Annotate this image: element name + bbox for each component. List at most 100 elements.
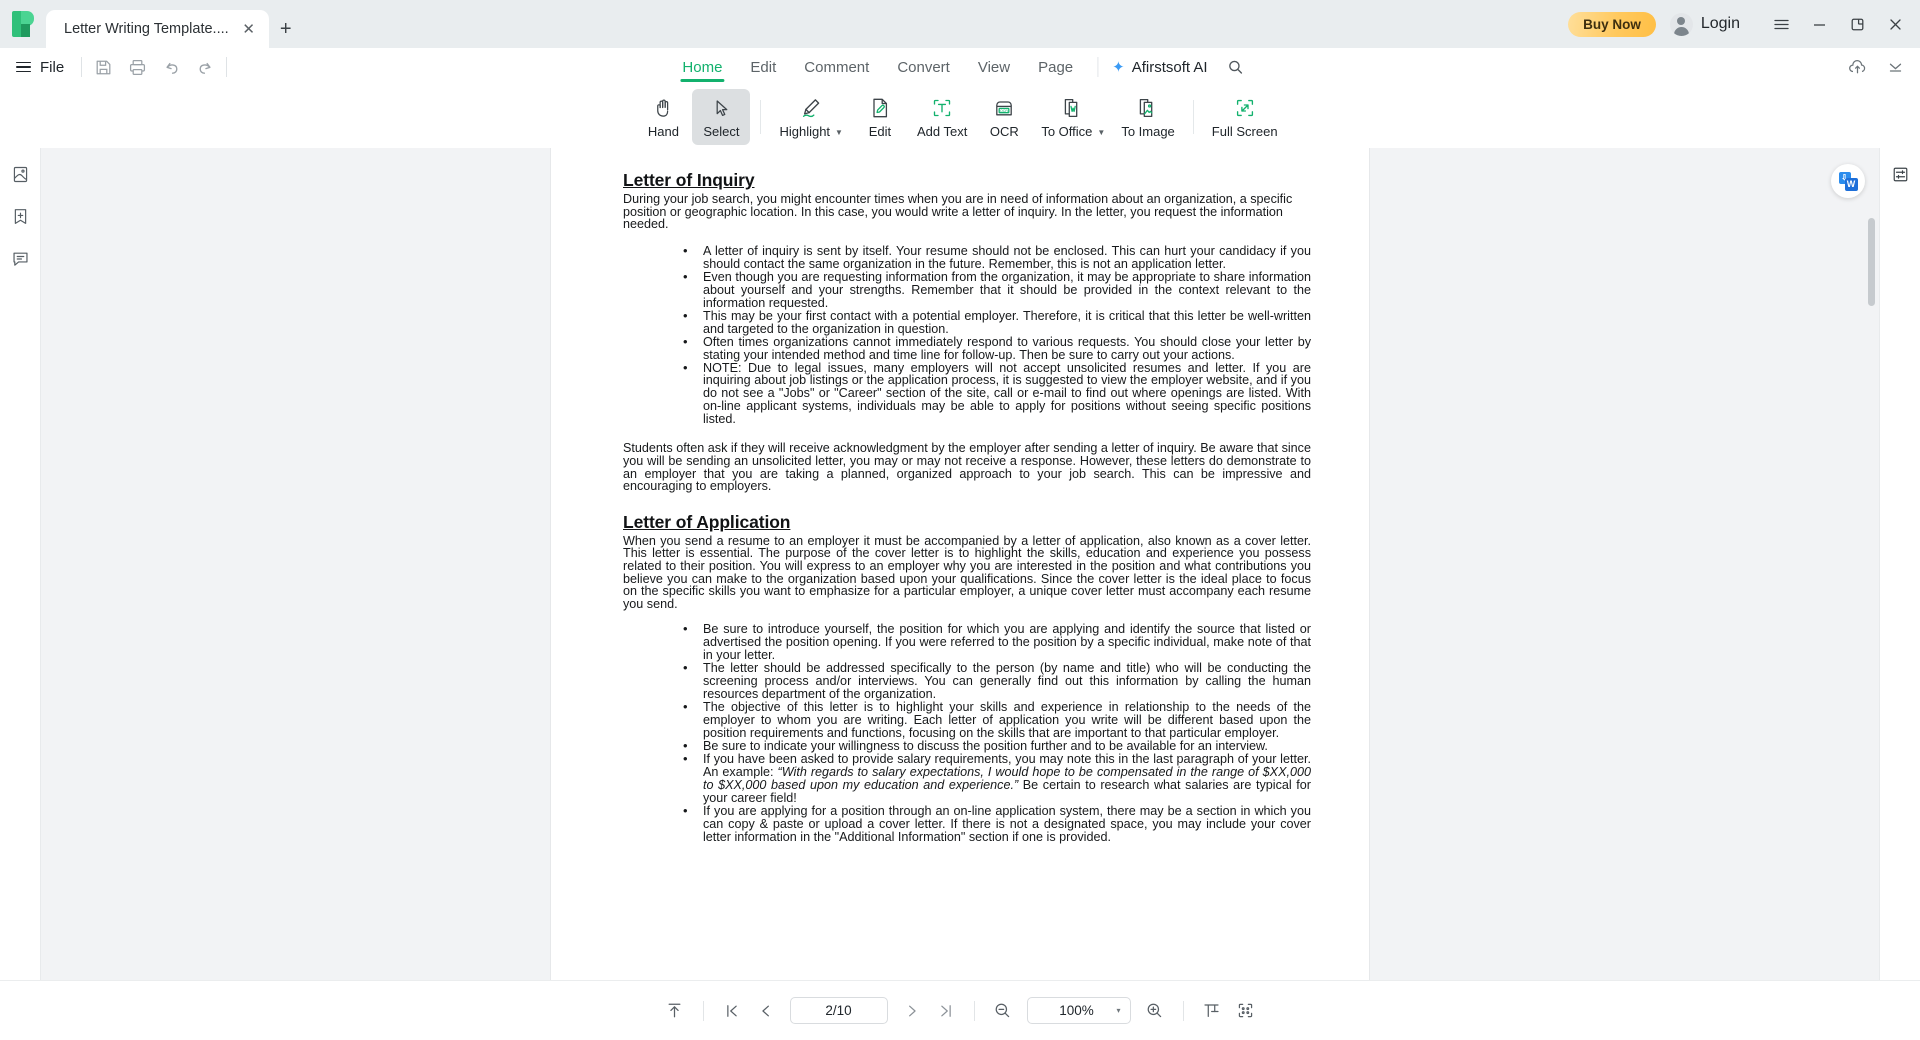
file-menu-button[interactable]: File (0, 52, 77, 82)
word-badge-front-icon: W (1844, 177, 1858, 191)
list-item: If you are applying for a position throu… (683, 804, 1311, 844)
list-item: The objective of this letter is to highl… (683, 700, 1311, 740)
chevron-down-icon[interactable]: ▼ (835, 128, 843, 137)
tool-highlight-label: Highlight ▼ (779, 124, 843, 139)
tool-ocr-label: OCR (989, 124, 1019, 139)
thumbnail-panel-icon[interactable] (6, 160, 34, 188)
avatar-icon (1669, 12, 1693, 36)
login-button[interactable]: Login (1669, 12, 1740, 36)
tool-hand-label: Hand (647, 124, 679, 139)
vertical-scrollbar[interactable] (1868, 218, 1875, 306)
tab-home[interactable]: Home (668, 48, 736, 86)
print-icon[interactable] (120, 52, 154, 82)
zoom-out-icon[interactable] (986, 994, 1020, 1028)
first-page-icon[interactable] (715, 994, 749, 1028)
zoom-level-value: 100% (1059, 1003, 1094, 1018)
zoom-level-select[interactable]: 100% ▾ (1026, 997, 1131, 1024)
fit-width-icon[interactable] (1195, 994, 1229, 1028)
bottom-divider-1 (702, 1000, 704, 1021)
application-bullet-list: Be sure to introduce yourself, the posit… (623, 622, 1311, 844)
ribbon-divider (1097, 57, 1099, 77)
new-tab-icon[interactable]: + (269, 10, 303, 48)
tool-select[interactable]: Select (692, 89, 751, 145)
menu-row: File Home Edit Comment Convert View Page… (0, 48, 1920, 86)
ribbon-tabs: Home Edit Comment Convert View Page ✦ Af… (668, 48, 1251, 86)
list-item: This may be your first contact with a po… (683, 309, 1311, 336)
comments-panel-icon[interactable] (6, 244, 34, 272)
properties-panel-icon[interactable] (1886, 160, 1914, 188)
previous-page-icon[interactable] (749, 994, 783, 1028)
list-item-salary: If you have been asked to provide salary… (683, 752, 1311, 805)
zoom-in-icon[interactable] (1138, 994, 1172, 1028)
page-number-input[interactable]: 2/10 (789, 997, 888, 1024)
left-sidebar (0, 148, 41, 980)
tool-to-office-label: To Office ▼ (1041, 124, 1105, 139)
tool-hand[interactable]: Hand (634, 89, 692, 145)
workspace: Letter of Inquiry During your job search… (0, 148, 1920, 980)
restore-window-icon[interactable] (1838, 0, 1876, 48)
tool-to-image[interactable]: To Image (1113, 89, 1182, 145)
undo-icon[interactable] (154, 52, 188, 82)
list-item: Be sure to introduce yourself, the posit… (683, 622, 1311, 662)
next-page-icon[interactable] (895, 994, 929, 1028)
chevron-down-icon-zoom[interactable]: ▾ (1116, 1006, 1120, 1015)
login-label: Login (1700, 15, 1740, 32)
tool-select-label: Select (703, 124, 740, 139)
convert-to-word-badge[interactable]: ⇩ W (1831, 164, 1865, 198)
close-window-icon[interactable] (1876, 0, 1914, 48)
word-badge-icon: ⇩ W (1838, 171, 1858, 191)
close-tab-icon[interactable]: ✕ (239, 19, 259, 39)
home-toolbar: Hand Select Highlight ▼ Edit Add Text OC… (0, 86, 1920, 148)
list-item: NOTE: Due to legal issues, many employer… (683, 361, 1311, 427)
buy-now-button[interactable]: Buy Now (1568, 11, 1656, 37)
chevron-down-icon-office[interactable]: ▼ (1097, 128, 1105, 137)
collapse-ribbon-icon[interactable] (1878, 50, 1912, 84)
title-bar: Letter Writing Template.... ✕ + Buy Now … (0, 0, 1920, 48)
last-page-icon[interactable] (929, 994, 963, 1028)
main-menu-icon[interactable] (1762, 0, 1800, 48)
tool-highlight[interactable]: Highlight ▼ (771, 89, 851, 145)
menu-divider-2 (226, 57, 228, 77)
cloud-upload-icon[interactable] (1840, 50, 1874, 84)
tool-ocr[interactable]: OCR OCR (975, 89, 1033, 145)
tab-comment[interactable]: Comment (790, 48, 883, 86)
tab-page[interactable]: Page (1024, 48, 1087, 86)
redo-icon[interactable] (188, 52, 222, 82)
document-viewer[interactable]: Letter of Inquiry During your job search… (41, 148, 1879, 980)
tool-to-office[interactable]: To Office ▼ (1033, 89, 1113, 145)
search-icon[interactable] (1220, 51, 1252, 83)
tab-convert[interactable]: Convert (883, 48, 964, 86)
minimize-window-icon[interactable] (1800, 0, 1838, 48)
to-image-icon (1136, 95, 1160, 121)
section-title-application: Letter of Application (623, 511, 791, 532)
tool-full-screen-label: Full Screen (1211, 124, 1278, 139)
document-tab[interactable]: Letter Writing Template.... ✕ (46, 10, 269, 48)
toolbar-divider (760, 100, 762, 134)
afirstsoft-ai-button[interactable]: ✦ Afirstsoft AI (1108, 59, 1211, 76)
cursor-icon (710, 95, 733, 121)
tool-add-text[interactable]: Add Text (909, 89, 975, 145)
section-intro-application: When you send a resume to an employer it… (623, 533, 1311, 611)
section-title-inquiry: Letter of Inquiry (623, 170, 755, 190)
tool-edit[interactable]: Edit (851, 89, 909, 145)
document-tab-title: Letter Writing Template.... (64, 21, 229, 37)
menu-row-right (1840, 48, 1912, 86)
afirstsoft-logo-icon (12, 11, 34, 37)
edit-document-icon (868, 95, 892, 121)
inquiry-bullet-list: A letter of inquiry is sent by itself. Y… (623, 244, 1311, 427)
tab-view[interactable]: View (964, 48, 1024, 86)
scroll-to-top-icon[interactable] (658, 994, 692, 1028)
tab-strip: Letter Writing Template.... ✕ + (46, 0, 303, 48)
tab-edit[interactable]: Edit (736, 48, 790, 86)
bookmark-panel-icon[interactable] (6, 202, 34, 230)
save-icon[interactable] (86, 52, 120, 82)
tool-highlight-text: Highlight (779, 124, 831, 139)
tool-edit-label: Edit (868, 124, 892, 139)
bottom-divider-3 (1182, 1000, 1184, 1021)
tool-full-screen[interactable]: Full Screen (1204, 89, 1286, 145)
hamburger-icon (16, 61, 31, 73)
hand-icon (652, 95, 675, 121)
pdf-page[interactable]: Letter of Inquiry During your job search… (551, 148, 1369, 980)
menu-divider (81, 57, 83, 77)
fit-page-icon[interactable] (1229, 994, 1263, 1028)
